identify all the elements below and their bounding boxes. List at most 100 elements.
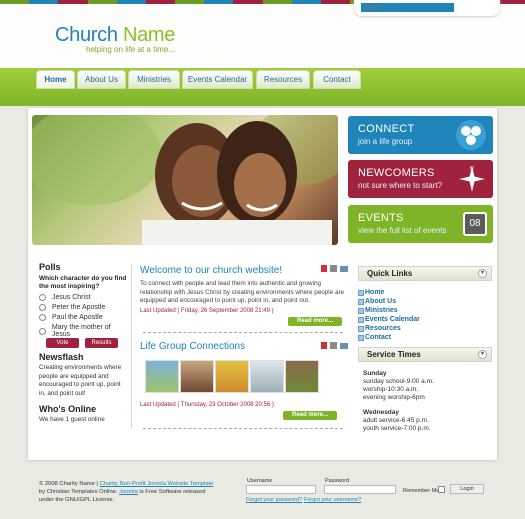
- logo-name-part2: Name: [122, 24, 176, 46]
- article-actions: [321, 265, 348, 272]
- quick-links-header: Quick Links ▾: [358, 266, 492, 281]
- poll-option-label: Peter the Apostle: [52, 304, 106, 311]
- forgot-username-link[interactable]: Forgot your username?: [304, 497, 361, 503]
- joomla-link[interactable]: Joomla: [119, 489, 138, 495]
- footer-text-2: by Christian Templates Online.: [39, 489, 120, 495]
- quick-link-home[interactable]: Home: [357, 289, 384, 296]
- quick-link-contact[interactable]: Contact: [357, 334, 391, 341]
- newcomers-box[interactable]: NEWCOMERS not sure where to start? N: [348, 160, 493, 198]
- username-input[interactable]: [246, 485, 316, 494]
- nav-contact[interactable]: Contact: [313, 70, 361, 89]
- compass-icon: N: [459, 166, 485, 192]
- main-nav: Home About Us Ministries Events Calendar…: [0, 68, 525, 106]
- quick-links-heading: Quick Links: [367, 269, 413, 278]
- nav-contact-label: Contact: [323, 75, 351, 84]
- results-button[interactable]: Results: [85, 338, 118, 348]
- calendar-icon: 08: [463, 212, 487, 236]
- newsflash-text: Creating environments where people are e…: [39, 364, 122, 397]
- newcomers-title: NEWCOMERS: [358, 167, 435, 179]
- article-actions-2: [321, 342, 348, 349]
- remember-me-checkbox[interactable]: [438, 486, 445, 493]
- connect-subtitle: join a life group: [358, 137, 413, 146]
- login-button[interactable]: Login: [450, 484, 484, 494]
- radio-button[interactable]: [39, 327, 46, 335]
- username-label: Username: [247, 478, 273, 484]
- email-icon[interactable]: [340, 266, 348, 272]
- photo-thumb-3: [215, 360, 249, 393]
- events-title: EVENTS: [358, 212, 404, 224]
- poll-option-2[interactable]: Peter the Apostle: [39, 304, 129, 311]
- collapse-icon[interactable]: ▾: [478, 350, 487, 359]
- read-more-button-1[interactable]: Read more...: [288, 317, 342, 326]
- hero-couple-image: [32, 115, 338, 245]
- connect-title: CONNECT: [358, 123, 415, 135]
- vote-button[interactable]: Vote: [46, 338, 79, 348]
- search-input[interactable]: [361, 3, 454, 12]
- forgot-password-link[interactable]: Forgot your password?: [246, 497, 302, 503]
- nav-resources-label: Resources: [263, 75, 303, 84]
- template-link[interactable]: Charity Non-Profit Joomla Website Templa…: [100, 481, 214, 487]
- quick-link-events[interactable]: Events Calendar: [358, 316, 420, 323]
- footer-text-1: © 2008 Charity Name |: [39, 481, 100, 487]
- read-more-button-2[interactable]: Read more...: [283, 411, 337, 420]
- article-date-life-group: Last Updated ( Thursday, 23 October 2008…: [140, 402, 274, 408]
- whos-online-heading: Who's Online: [39, 404, 97, 414]
- service-times-header: Service Times ▾: [358, 347, 492, 362]
- footer-copyright: © 2008 Charity Name | Charity Non-Profit…: [39, 480, 219, 504]
- nav-home[interactable]: Home: [36, 70, 75, 89]
- poll-option-4[interactable]: Mary the mother of Jesus: [39, 324, 129, 338]
- nav-ministries-label: Ministries: [137, 75, 171, 84]
- wednesday-line-2: youth service-7:00 p.m.: [363, 425, 431, 432]
- people-group-icon: [456, 120, 486, 150]
- pdf-icon[interactable]: [321, 265, 327, 272]
- password-input[interactable]: [324, 485, 396, 494]
- article-title-welcome[interactable]: Welcome to our church website!: [140, 265, 282, 276]
- sunday-line-3: evening worship-6pm: [363, 394, 425, 401]
- photo-thumb-2: [180, 360, 214, 393]
- quick-link-ministries[interactable]: Ministries: [358, 307, 398, 314]
- nav-ministries[interactable]: Ministries: [128, 70, 180, 89]
- divider-dotted: [143, 332, 343, 333]
- nav-home-label: Home: [44, 75, 67, 84]
- site-logo[interactable]: Church Name: [55, 24, 175, 47]
- article-body-welcome: To connect with people and lead them int…: [140, 280, 345, 304]
- quick-link-resources[interactable]: Resources: [358, 325, 401, 332]
- events-box[interactable]: EVENTS view the full list of events 08: [348, 205, 493, 243]
- print-icon[interactable]: [330, 265, 337, 272]
- nav-events-calendar[interactable]: Events Calendar: [182, 70, 253, 89]
- article-title-life-group[interactable]: Life Group Connections: [140, 341, 245, 352]
- newcomers-subtitle: not sure where to start?: [358, 181, 443, 190]
- email-icon[interactable]: [340, 343, 348, 349]
- photo-thumb-4: [250, 360, 284, 393]
- nav-resources[interactable]: Resources: [256, 70, 310, 89]
- remember-me-label: Remember Me: [403, 488, 440, 494]
- photo-thumb-1: [145, 360, 179, 393]
- whos-online-text: We have 1 guest online: [39, 416, 105, 423]
- poll-option-label: Jesus Christ: [52, 294, 91, 301]
- radio-button[interactable]: [39, 294, 46, 301]
- connect-box[interactable]: CONNECT join a life group: [348, 116, 493, 154]
- hero-photo: [32, 115, 338, 245]
- article-date-welcome: Last Updated ( Friday, 26 September 2008…: [140, 308, 274, 314]
- svg-text:N: N: [470, 166, 474, 172]
- collapse-icon[interactable]: ▾: [478, 269, 487, 278]
- poll-option-label: Paul the Apostle: [52, 314, 103, 321]
- polls-heading: Polls: [39, 262, 61, 272]
- photo-thumb-5: [285, 360, 319, 393]
- pdf-icon[interactable]: [321, 342, 327, 349]
- polls-module: Polls Which character do you find the mo…: [39, 262, 129, 338]
- poll-question: Which character do you find the most ins…: [39, 275, 127, 290]
- logo-name-part1: Church: [55, 24, 123, 46]
- newsflash-heading: Newsflash: [39, 352, 84, 362]
- calendar-text: 08: [469, 218, 481, 229]
- nav-about-us[interactable]: About Us: [77, 70, 126, 89]
- poll-option-3[interactable]: Paul the Apostle: [39, 314, 129, 321]
- radio-button[interactable]: [39, 314, 46, 321]
- poll-option-1[interactable]: Jesus Christ: [39, 294, 129, 301]
- logo-tagline: helping on life at a time...: [86, 45, 175, 54]
- nav-events-label: Events Calendar: [187, 75, 248, 84]
- poll-option-label: Mary the mother of Jesus: [51, 324, 111, 338]
- print-icon[interactable]: [330, 342, 337, 349]
- quick-link-about[interactable]: About Us: [357, 298, 396, 305]
- radio-button[interactable]: [39, 304, 46, 311]
